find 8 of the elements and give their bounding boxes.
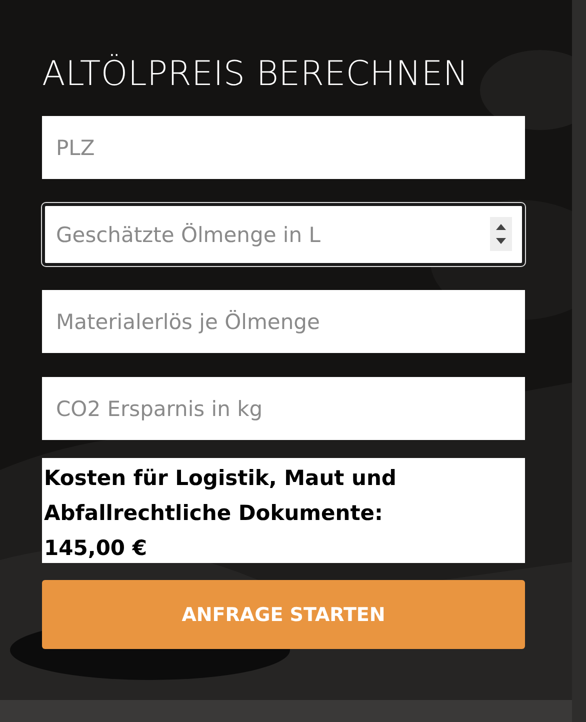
input-field[interactable]: PLZ xyxy=(42,116,525,179)
submit-button[interactable]: ANFRAGE STARTEN xyxy=(42,580,525,649)
cost-note: Kosten für Logistik, Maut und Abfallrechtliche Dokumente: 145,00 € xyxy=(42,458,525,563)
input-field[interactable]: CO2 Ersparnis in kg xyxy=(42,377,525,440)
form-title: ALTÖLPREIS BERECHNEN xyxy=(42,54,470,94)
spinner-icon[interactable] xyxy=(490,217,512,251)
input-field[interactable]: Geschätzte Ölmenge in L xyxy=(42,203,525,266)
input-field[interactable]: Materialerlös je Ölmenge xyxy=(42,290,525,353)
